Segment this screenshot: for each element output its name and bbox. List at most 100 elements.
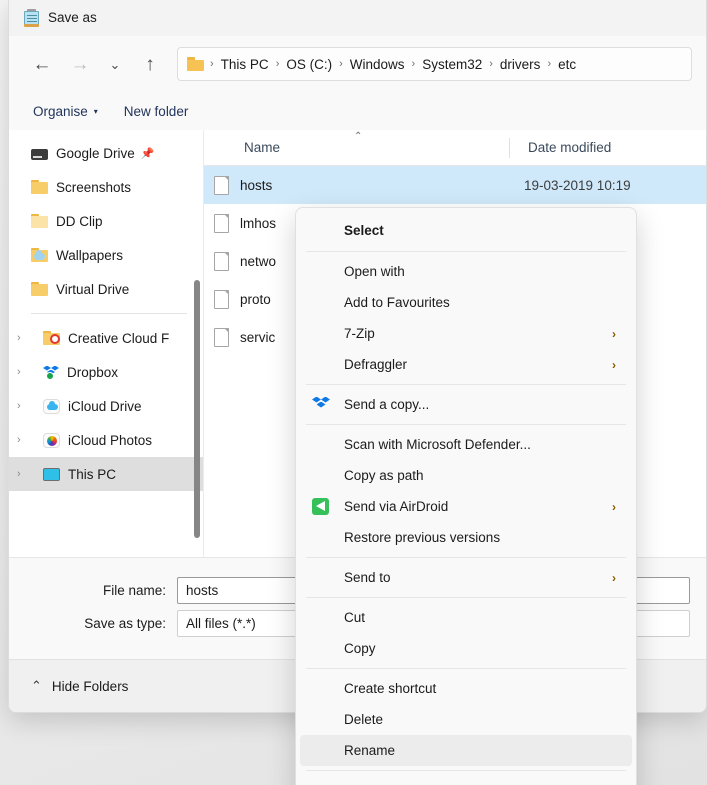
sidebar-item-icloud-photos[interactable]: › iCloud Photos (9, 423, 203, 457)
menu-item-select[interactable]: Select (300, 213, 632, 247)
sidebar-item-creative-cloud-files[interactable]: › Creative Cloud F (9, 321, 203, 355)
menu-item-label: Cut (344, 610, 366, 625)
menu-item-add-to-favourites[interactable]: Add to Favourites (300, 287, 632, 318)
sidebar-item-label: iCloud Drive (68, 398, 142, 414)
breadcrumb-separator: › (339, 58, 343, 70)
menu-item-7-zip[interactable]: 7-Zip › (300, 318, 632, 349)
breadcrumb-item-windows[interactable]: Windows (345, 55, 410, 74)
breadcrumb-separator: › (489, 58, 493, 70)
file-name-label: File name: (102, 583, 166, 598)
menu-item-scan-with-microsoft-defender[interactable]: Scan with Microsoft Defender... (300, 429, 632, 460)
menu-item-delete[interactable]: Delete (300, 704, 632, 735)
sidebar-divider (31, 313, 187, 314)
document-icon (214, 289, 229, 309)
menu-item-cut[interactable]: Cut (300, 602, 632, 633)
sidebar-item-this-pc[interactable]: › This PC (9, 457, 203, 491)
menu-item-label: Send via AirDroid (344, 499, 449, 514)
sidebar-item-dropbox[interactable]: › Dropbox (9, 355, 203, 389)
menu-item-send-via-airdroid[interactable]: Send via AirDroid › (300, 491, 632, 522)
menu-item-label: Restore previous versions (344, 530, 501, 545)
navigation-pane: Google Drive 📌 Screenshots DD Clip Wallp… (9, 130, 204, 557)
menu-item-label: Select (344, 222, 384, 238)
dropbox-icon (312, 396, 334, 414)
chevron-right-icon[interactable]: › (17, 400, 21, 412)
uac-shield-icon (312, 711, 334, 729)
chevron-right-icon[interactable]: › (17, 468, 21, 480)
breadcrumb-separator: › (547, 58, 552, 70)
menu-item-copy[interactable]: Copy (300, 633, 632, 664)
menu-item-rename[interactable]: Rename (300, 735, 632, 766)
menu-item-properties[interactable]: Properties (300, 775, 632, 785)
sidebar-item-google-drive[interactable]: Google Drive 📌 (9, 136, 203, 170)
folder-cloud-icon (31, 247, 48, 263)
icloud-drive-icon (43, 398, 60, 414)
folder-pale-icon (31, 213, 48, 229)
chevron-right-icon[interactable]: › (17, 366, 21, 378)
organise-button[interactable]: Organise ▾ (23, 99, 108, 124)
column-header-name[interactable]: Name ⌃ (204, 131, 509, 155)
sidebar-item-label: Screenshots (56, 179, 132, 195)
menu-item-label: Rename (344, 743, 396, 758)
sidebar-item-screenshots[interactable]: Screenshots (9, 170, 203, 204)
menu-item-label: Defraggler (344, 357, 408, 372)
drive-icon (31, 148, 48, 160)
airdroid-icon (312, 497, 334, 516)
new-folder-button[interactable]: New folder (114, 99, 199, 124)
menu-separator (306, 770, 626, 771)
breadcrumb[interactable]: › This PC › OS (C:) › Windows › System32… (177, 47, 692, 81)
uac-shield-icon (312, 742, 334, 760)
menu-item-create-shortcut[interactable]: Create shortcut (300, 673, 632, 704)
sidebar-item-label: Google Drive (56, 145, 135, 161)
document-icon (214, 213, 229, 233)
menu-item-defraggler[interactable]: Defraggler › (300, 349, 632, 380)
creative-cloud-folder-icon (43, 330, 60, 346)
save-as-type-label: Save as type: (84, 616, 166, 631)
navigation-bar: ← → ⌄ ↑ › This PC › OS (C:) › Windows › … (9, 36, 706, 92)
pin-icon: 📌 (140, 147, 155, 160)
menu-item-send-to[interactable]: Send to › (300, 562, 632, 593)
column-header-name-label: Name (244, 140, 281, 155)
submenu-arrow-icon: › (612, 357, 616, 372)
menu-item-label: Create shortcut (344, 681, 437, 696)
sidebar-item-virtual-drive[interactable]: Virtual Drive (9, 272, 203, 306)
breadcrumb-item-system32[interactable]: System32 (417, 55, 487, 74)
breadcrumb-item-etc[interactable]: etc (553, 55, 581, 74)
chevron-up-icon: ⌃ (31, 678, 42, 693)
breadcrumb-separator: › (275, 58, 280, 70)
back-button[interactable]: ← (23, 47, 61, 81)
hide-folders-button[interactable]: Hide Folders (52, 679, 129, 694)
sidebar-item-label: Creative Cloud F (68, 330, 170, 346)
menu-item-restore-previous-versions[interactable]: Restore previous versions (300, 522, 632, 553)
menu-item-label: Copy as path (344, 468, 424, 483)
submenu-arrow-icon: › (612, 570, 616, 585)
chevron-right-icon[interactable]: › (17, 332, 21, 344)
menu-item-label: Delete (344, 712, 384, 727)
menu-item-label: Send to (344, 570, 391, 585)
recent-locations-button[interactable]: ⌄ (99, 47, 131, 81)
breadcrumb-item-os-c[interactable]: OS (C:) (281, 55, 337, 74)
submenu-arrow-icon: › (612, 499, 616, 514)
table-row[interactable]: hosts 19-03-2019 10:19 (204, 166, 706, 204)
forward-button[interactable]: → (61, 47, 99, 81)
sidebar-item-dd-clip[interactable]: DD Clip (9, 204, 203, 238)
document-icon (214, 251, 229, 271)
sidebar-list: Google Drive 📌 Screenshots DD Clip Wallp… (9, 130, 203, 491)
chevron-right-icon[interactable]: › (17, 434, 21, 446)
column-header-date-modified[interactable]: Date modified (510, 140, 611, 155)
sidebar-item-wallpapers[interactable]: Wallpapers (9, 238, 203, 272)
menu-item-open-with[interactable]: Open with (300, 256, 632, 287)
command-bar: Organise ▾ New folder (9, 92, 706, 130)
menu-item-send-a-copy[interactable]: Send a copy... (300, 389, 632, 420)
breadcrumb-separator: › (411, 58, 416, 70)
sidebar-item-label: Virtual Drive (56, 281, 130, 297)
document-icon (214, 327, 229, 347)
menu-item-label: 7-Zip (344, 326, 375, 341)
sidebar-scrollbar[interactable] (194, 280, 200, 538)
breadcrumb-item-this-pc[interactable]: This PC (216, 55, 274, 74)
breadcrumb-item-drivers[interactable]: drivers (495, 55, 546, 74)
menu-item-label: Add to Favourites (344, 295, 450, 310)
up-button[interactable]: ↑ (131, 47, 169, 81)
context-menu: Select Open with Add to Favourites 7-Zip… (295, 207, 637, 785)
menu-item-copy-as-path[interactable]: Copy as path (300, 460, 632, 491)
sidebar-item-icloud-drive[interactable]: › iCloud Drive (9, 389, 203, 423)
